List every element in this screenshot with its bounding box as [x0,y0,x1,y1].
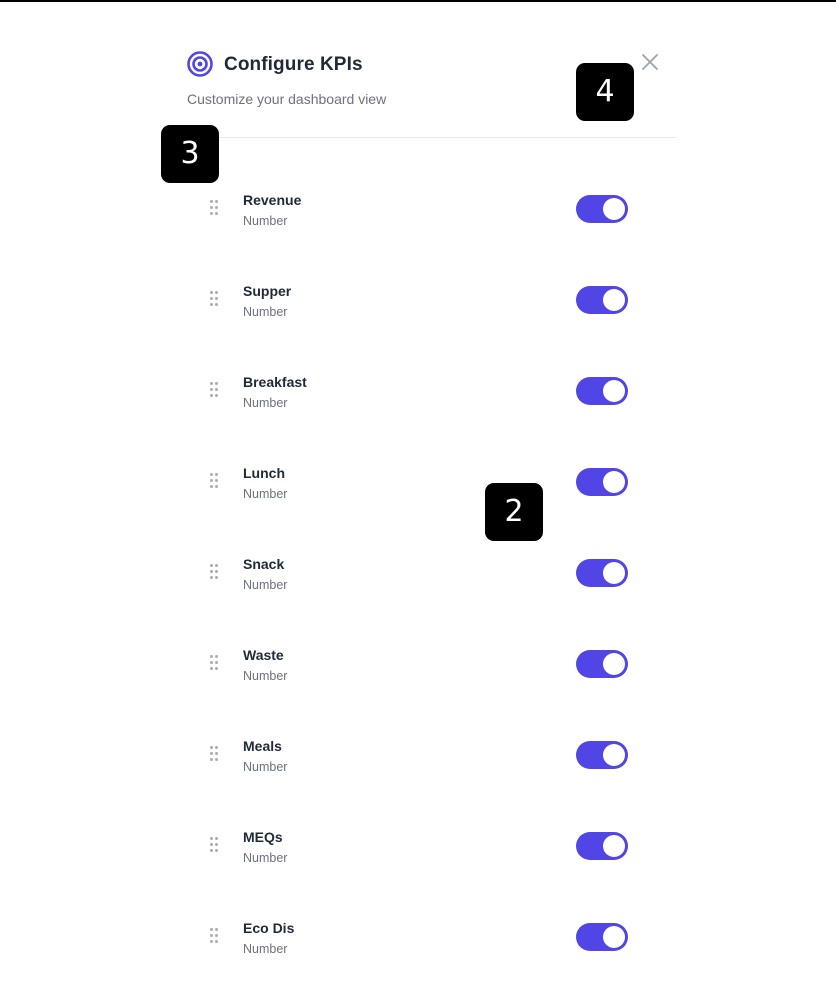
kpi-enabled-toggle[interactable] [576,741,628,769]
kpi-name: MEQs [243,829,283,845]
drag-handle-icon[interactable] [210,746,220,764]
kpi-enabled-toggle[interactable] [576,650,628,678]
kpi-type: Number [243,305,288,319]
kpi-type: Number [243,942,288,956]
toggle-knob [603,562,625,584]
panel-title: Configure KPIs [224,54,363,75]
kpi-row-lunch[interactable]: Lunch Number [160,461,680,521]
top-divider [0,0,836,2]
toggle-knob [603,653,625,675]
kpi-name: Revenue [243,192,302,208]
kpi-row-snack[interactable]: Snack Number [160,552,680,612]
drag-handle-icon[interactable] [210,473,220,491]
kpi-type: Number [243,214,288,228]
annotation-badge-4: 4 [576,63,634,121]
kpi-row-breakfast[interactable]: Breakfast Number [160,370,680,430]
kpi-type: Number [243,396,288,410]
drag-handle-icon[interactable] [210,928,220,946]
kpi-row-supper[interactable]: Supper Number [160,279,680,339]
drag-handle-icon[interactable] [210,200,220,218]
drag-handle-icon[interactable] [210,564,220,582]
kpi-enabled-toggle[interactable] [576,286,628,314]
annotation-badge-2: 2 [485,483,543,541]
kpi-type: Number [243,487,288,501]
kpi-name: Waste [243,647,284,663]
kpi-row-eco-dis[interactable]: Eco Dis Number [160,916,680,976]
toggle-knob [603,926,625,948]
kpi-enabled-toggle[interactable] [576,468,628,496]
kpi-row-revenue[interactable]: Revenue Number [160,188,680,248]
toggle-knob [603,289,625,311]
kpi-row-meals[interactable]: Meals Number [160,734,680,794]
panel-subtitle: Customize your dashboard view [187,91,387,107]
drag-handle-icon[interactable] [210,382,220,400]
toggle-knob [603,835,625,857]
toggle-knob [603,380,625,402]
kpi-type: Number [243,851,288,865]
kpi-type: Number [243,578,288,592]
kpi-enabled-toggle[interactable] [576,559,628,587]
close-icon[interactable] [638,50,662,74]
toggle-knob [603,198,625,220]
kpi-name: Supper [243,283,292,299]
target-icon [187,51,213,77]
kpi-name: Snack [243,556,285,572]
kpi-name: Meals [243,738,282,754]
drag-handle-icon[interactable] [210,291,220,309]
kpi-enabled-toggle[interactable] [576,923,628,951]
kpi-enabled-toggle[interactable] [576,377,628,405]
configure-kpis-panel: Configure KPIs Customize your dashboard … [160,30,680,990]
kpi-name: Lunch [243,465,285,481]
kpi-type: Number [243,669,288,683]
kpi-type: Number [243,760,288,774]
kpi-enabled-toggle[interactable] [576,832,628,860]
toggle-knob [603,471,625,493]
toggle-knob [603,744,625,766]
drag-handle-icon[interactable] [210,837,220,855]
annotation-badge-3: 3 [161,125,219,183]
kpi-name: Eco Dis [243,920,295,936]
kpi-row-meqs[interactable]: MEQs Number [160,825,680,885]
kpi-enabled-toggle[interactable] [576,195,628,223]
kpi-name: Breakfast [243,374,307,390]
drag-handle-icon[interactable] [210,655,220,673]
kpi-row-waste[interactable]: Waste Number [160,643,680,703]
